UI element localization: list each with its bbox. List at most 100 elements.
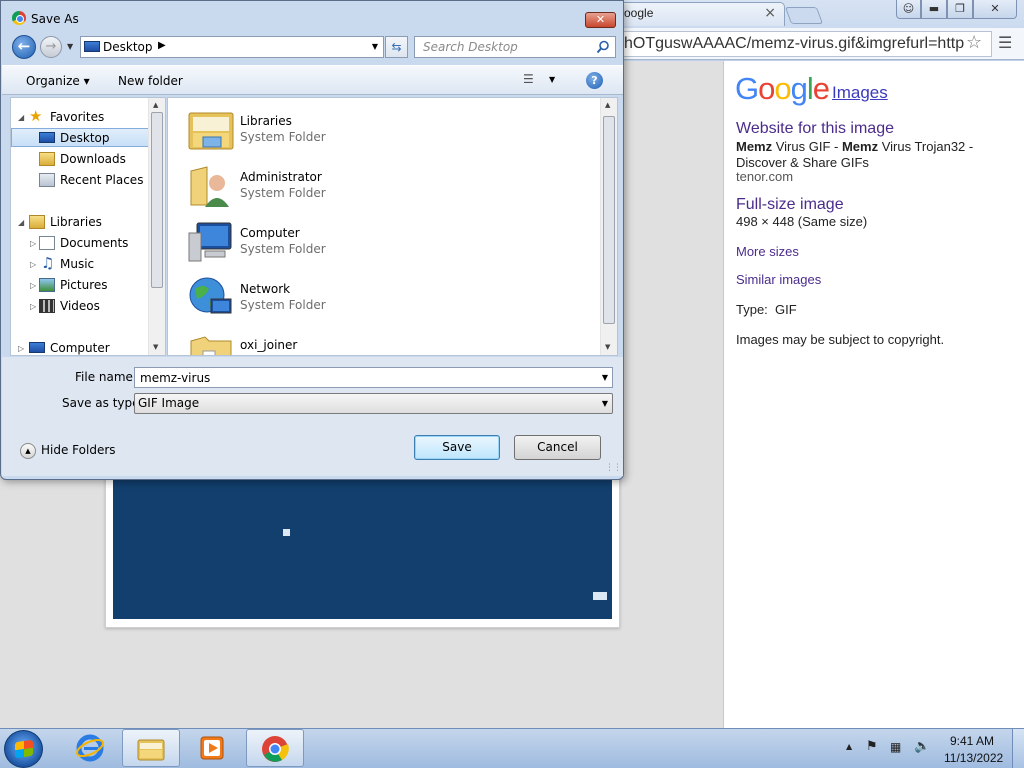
scroll-thumb[interactable] (151, 112, 163, 288)
clock-time[interactable]: 9:41 AM (950, 734, 994, 748)
image-info-panel: Google Images Website for this image Mem… (724, 61, 1024, 728)
chevron-down-icon[interactable]: ▼ (372, 42, 378, 51)
resize-grip-icon[interactable]: ⋮⋮ (605, 463, 622, 473)
dialog-title: Save As (31, 12, 79, 26)
media-player-icon (200, 736, 224, 760)
action-center-flag-icon[interactable]: ⚑ (866, 739, 878, 754)
expand-arrow-icon[interactable]: ◢ (18, 113, 24, 122)
show-desktop-button[interactable] (1012, 729, 1024, 768)
location-bar[interactable]: Desktop ▶ ▼ (80, 36, 384, 58)
network-icon[interactable]: ▦ (890, 740, 901, 754)
expand-arrow-icon[interactable]: ▷ (30, 239, 36, 248)
star-icon: ★ (29, 107, 43, 125)
start-button[interactable] (4, 730, 43, 768)
image-description: Memz Virus GIF - Memz Virus Trojan32 - D… (736, 139, 974, 170)
search-box[interactable] (414, 36, 616, 58)
logo-letter: G (735, 71, 759, 106)
logo-letter: g (790, 71, 808, 106)
scroll-up-icon[interactable]: ▲ (153, 101, 158, 109)
close-window-button[interactable]: ✕ (973, 0, 1017, 19)
search-icon[interactable] (596, 40, 610, 54)
nav-scrollbar[interactable]: ▲ ▼ (148, 98, 165, 355)
expand-arrow-icon[interactable]: ▷ (30, 302, 36, 311)
recent-locations-dropdown[interactable]: ▼ (67, 42, 73, 51)
help-icon[interactable]: ? (586, 72, 603, 89)
organize-button[interactable]: Organize ▾ (26, 74, 90, 88)
save-button[interactable]: Save (414, 435, 500, 460)
recent-places-icon (39, 173, 55, 187)
nav-label: Documents (60, 236, 129, 250)
command-bar: Organize ▾ New folder ☰ ▼ ? (2, 65, 623, 95)
change-view-icon[interactable]: ☰ (523, 72, 534, 86)
chevron-down-icon[interactable]: ▼ (602, 373, 608, 382)
file-item-oxi-joiner[interactable]: oxi_joiner (185, 329, 605, 355)
back-button[interactable]: ← (12, 35, 36, 59)
cancel-button[interactable]: Cancel (514, 435, 601, 460)
scroll-thumb[interactable] (603, 116, 615, 324)
taskbar-chrome[interactable] (246, 729, 304, 767)
file-name: Network (240, 282, 291, 296)
chevron-down-icon[interactable]: ▼ (549, 75, 555, 84)
full-size-image-link[interactable]: Full-size image (736, 196, 844, 214)
scroll-down-icon[interactable]: ▼ (153, 343, 158, 351)
file-item-libraries[interactable]: Libraries System Folder (185, 105, 605, 155)
nav-label: Videos (60, 299, 100, 313)
file-name: Libraries (240, 114, 292, 128)
refresh-button[interactable]: ⇆ (385, 36, 408, 58)
libraries-folder-icon (188, 112, 234, 150)
forward-button[interactable]: → (40, 36, 62, 58)
expand-arrow-icon[interactable]: ▷ (30, 281, 36, 290)
new-tab-button[interactable] (784, 7, 824, 24)
images-link[interactable]: Images (832, 83, 888, 103)
file-item-computer[interactable]: Computer System Folder (185, 217, 605, 267)
file-list-scrollbar[interactable]: ▲ ▼ (600, 98, 617, 355)
taskbar-media-player[interactable] (184, 729, 242, 767)
file-name: oxi_joiner (240, 338, 298, 352)
restore-button[interactable]: ❐ (947, 0, 973, 19)
file-item-administrator[interactable]: Administrator System Folder (185, 161, 605, 211)
file-name-input[interactable] (135, 368, 590, 387)
file-list: Libraries System Folder Administrator Sy… (167, 97, 618, 356)
show-hidden-icons-icon[interactable]: ▲ (846, 742, 852, 751)
expand-arrow-icon[interactable]: ▷ (30, 260, 36, 269)
bookmark-star-icon[interactable]: ☆ (966, 32, 982, 53)
save-as-type-label: Save as type: (62, 396, 144, 410)
chrome-menu-icon[interactable]: ☰ (998, 33, 1012, 52)
folder-icon (190, 336, 232, 355)
browser-tab[interactable]: oogle × (615, 2, 785, 26)
tab-close-icon[interactable]: × (764, 5, 776, 21)
save-as-type-select[interactable]: GIF Image ▼ (134, 393, 613, 414)
selected-type: GIF Image (138, 396, 200, 410)
gif-preview-image[interactable] (113, 478, 612, 619)
clock-date[interactable]: 11/13/2022 (944, 751, 1003, 765)
expand-arrow-icon[interactable]: ◢ (18, 218, 24, 227)
new-folder-button[interactable]: New folder (118, 74, 183, 88)
expand-arrow-icon[interactable]: ▷ (18, 344, 24, 353)
windows-logo-icon (15, 739, 33, 759)
taskbar-file-explorer[interactable] (122, 729, 180, 767)
user-icon[interactable]: ☺ (896, 0, 921, 19)
similar-images-link[interactable]: Similar images (736, 272, 821, 287)
google-logo[interactable]: Google (735, 71, 830, 107)
website-for-image-link[interactable]: Website for this image (736, 120, 894, 138)
location-text[interactable]: Desktop (103, 40, 153, 54)
file-name-field[interactable]: ▼ (134, 367, 613, 388)
nav-label: Desktop (60, 131, 110, 145)
minimize-button[interactable]: ▬ (921, 0, 947, 19)
more-sizes-link[interactable]: More sizes (736, 244, 799, 259)
search-input[interactable] (415, 37, 595, 57)
save-as-dialog: Save As ✕ ← → ▼ Desktop ▶ ▼ ⇆ Organize ▾… (0, 0, 624, 480)
chevron-right-icon[interactable]: ▶ (158, 40, 166, 51)
taskbar-internet-explorer[interactable] (62, 729, 120, 767)
source-domain[interactable]: tenor.com (736, 169, 793, 184)
internet-explorer-icon (76, 734, 104, 762)
dialog-close-button[interactable]: ✕ (585, 12, 616, 28)
scroll-up-icon[interactable]: ▲ (605, 101, 610, 109)
scroll-down-icon[interactable]: ▼ (605, 343, 610, 351)
dialog-titlebar[interactable] (1, 1, 623, 35)
chevron-down-icon[interactable]: ▼ (602, 399, 608, 408)
file-item-network[interactable]: Network System Folder (185, 273, 605, 323)
volume-icon[interactable]: 🔈 (914, 739, 930, 754)
nav-label: Favorites (50, 110, 105, 124)
address-bar[interactable]: hOTguswAAAAC/memz-virus.gif&imgrefurl=ht… (618, 31, 992, 57)
